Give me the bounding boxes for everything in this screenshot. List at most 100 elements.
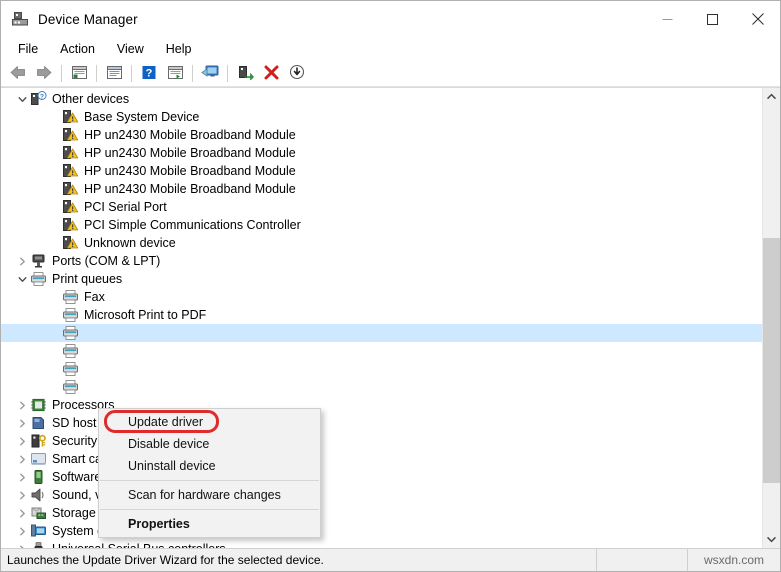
chevron-right-icon[interactable] [15,473,30,482]
warning-device-icon [62,199,79,215]
chevron-right-icon[interactable] [15,491,30,500]
toolbar-separator-2 [96,65,97,82]
printer-icon [62,343,79,359]
tree-row-label: Microsoft Print to PDF [84,308,207,322]
speaker-icon [30,487,47,503]
storage-controller-icon [30,505,47,521]
svg-text:?: ? [146,67,153,79]
context-menu-item-update-driver[interactable]: Update driver [99,411,320,433]
maximize-button[interactable] [690,1,735,37]
warning-device-icon [62,145,79,161]
console-tree-icon [71,65,88,83]
enable-device-button[interactable] [232,62,258,85]
printer-icon [62,289,79,305]
menu-action[interactable]: Action [49,39,106,60]
warning-device-icon [62,217,79,233]
scan-button[interactable] [162,62,188,85]
scroll-up-button[interactable] [763,88,780,105]
security-device-icon [30,433,47,449]
tree-row[interactable]: Fax [1,288,763,306]
context-menu[interactable]: Update driver Disable device Uninstall d… [98,408,321,538]
device-tree-pane: ? Other devices Base System Device HP un243… [1,87,780,548]
tree-row-label: HP un2430 Mobile Broadband Module [84,182,296,196]
tree-row[interactable]: Print queues [1,270,763,288]
tree-row-label: Unknown device [84,236,176,250]
enable-device-icon [237,65,254,83]
context-menu-item-properties[interactable]: Properties [99,513,320,535]
chevron-right-icon[interactable] [15,527,30,536]
tree-row[interactable] [1,324,763,342]
window-title: Device Manager [38,11,138,27]
scan-list-icon [167,65,184,83]
printer-icon [62,379,79,395]
chevron-right-icon[interactable] [15,437,30,446]
port-icon [30,253,47,269]
tree-row[interactable] [1,360,763,378]
tree-row[interactable]: Ports (COM & LPT) [1,252,763,270]
status-message: Launches the Update Driver Wizard for th… [7,553,324,567]
tree-row[interactable]: Unknown device [1,234,763,252]
smart-card-reader-icon [30,451,47,467]
tree-row[interactable]: HP un2430 Mobile Broadband Module [1,162,763,180]
forward-button[interactable] [31,62,57,85]
tree-row-label: Fax [84,290,105,304]
minimize-button[interactable] [645,1,690,37]
tree-row[interactable]: PCI Serial Port [1,198,763,216]
scroll-down-button[interactable] [763,531,780,548]
tree-row-label: Ports (COM & LPT) [52,254,161,268]
chevron-right-icon[interactable] [15,257,30,266]
svg-text:?: ? [40,93,44,100]
tree-row[interactable]: HP un2430 Mobile Broadband Module [1,144,763,162]
chevron-down-icon[interactable] [15,95,30,104]
tree-row[interactable]: ? Other devices [1,90,763,108]
unknown-device-category-icon: ? [30,91,47,107]
chevron-right-icon[interactable] [15,509,30,518]
tree-row-label: HP un2430 Mobile Broadband Module [84,128,296,142]
chevron-right-icon[interactable] [15,455,30,464]
menu-bar: File Action View Help [1,37,780,61]
system-device-icon [30,523,47,539]
show-hide-console-tree-button[interactable] [66,62,92,85]
right-arrow-icon [35,65,53,83]
toolbar-separator-3 [131,65,132,82]
context-menu-item-scan-for-hardware-changes[interactable]: Scan for hardware changes [99,484,320,506]
menu-file[interactable]: File [7,39,49,60]
chevron-right-icon[interactable] [15,419,30,428]
menu-view[interactable]: View [106,39,155,60]
printer-icon [62,361,79,377]
close-button[interactable] [735,1,780,37]
left-arrow-icon [9,65,27,83]
device-manager-window: Device Manager File Action View Help ? ?… [0,0,781,572]
back-button[interactable] [5,62,31,85]
tree-row-label: Base System Device [84,110,200,124]
chevron-right-icon[interactable] [15,401,30,410]
watermark-label: wsxdn.com [687,549,780,571]
tree-row[interactable]: HP un2430 Mobile Broadband Module [1,180,763,198]
help-button[interactable]: ? [136,62,162,85]
scrollbar-thumb[interactable] [763,238,780,483]
tree-row[interactable]: HP un2430 Mobile Broadband Module [1,126,763,144]
tree-row[interactable]: Microsoft Print to PDF [1,306,763,324]
menu-help[interactable]: Help [155,39,203,60]
scan-hardware-changes-button[interactable] [284,62,310,85]
tree-row[interactable]: Base System Device [1,108,763,126]
status-bar: Launches the Update Driver Wizard for th… [1,548,780,571]
tree-row-label: HP un2430 Mobile Broadband Module [84,164,296,178]
chevron-right-icon[interactable] [15,545,30,548]
context-menu-item-disable-device[interactable]: Disable device [99,433,320,455]
context-menu-item-uninstall-device[interactable]: Uninstall device [99,455,320,477]
vertical-scrollbar[interactable] [762,88,780,548]
tree-row[interactable] [1,342,763,360]
tree-row[interactable]: Universal Serial Bus controllers [1,540,763,548]
tree-row-label: PCI Simple Communications Controller [84,218,301,232]
device-manager-icon [11,10,29,28]
update-driver-button[interactable] [197,62,223,85]
tree-row[interactable]: PCI Simple Communications Controller [1,216,763,234]
usb-icon [30,541,47,548]
chevron-down-icon[interactable] [15,275,30,284]
tree-row[interactable] [1,378,763,396]
uninstall-device-button[interactable] [258,62,284,85]
properties-button[interactable] [101,62,127,85]
tree-row-label: PCI Serial Port [84,200,167,214]
toolbar-separator-1 [61,65,62,82]
